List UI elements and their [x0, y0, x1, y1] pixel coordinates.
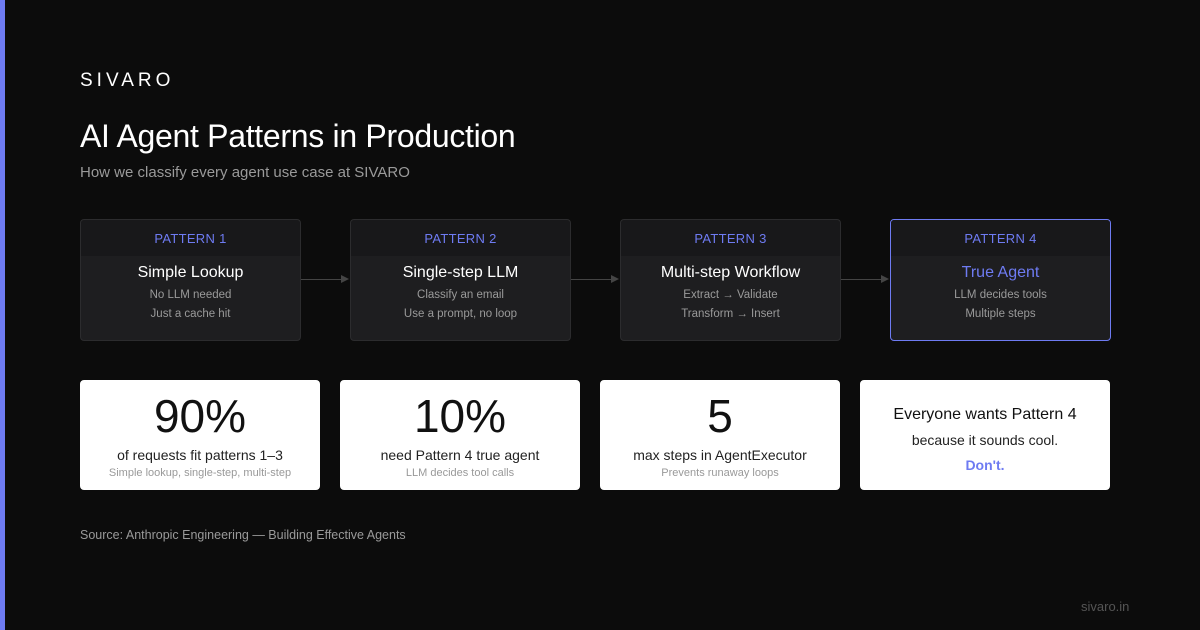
callout-card: Everyone wants Pattern 4 because it soun… — [860, 380, 1110, 490]
pattern-tag: PATTERN 1 — [81, 220, 300, 256]
stat-caption: LLM decides tool calls — [405, 467, 515, 479]
pattern-detail: Classify an email — [417, 289, 504, 301]
pattern-detail: No LLM needed — [149, 289, 232, 301]
pattern-flow: PATTERN 1 Simple Lookup No LLM needed Ju… — [80, 219, 1111, 341]
pattern-tag: PATTERN 4 — [891, 220, 1110, 256]
stat-label: of requests fit patterns 1–3 — [117, 447, 283, 463]
pattern-name: Single-step LLM — [402, 264, 519, 281]
pattern-card-4: PATTERN 4 True Agent LLM decides tools M… — [890, 219, 1111, 341]
flow-arrow-icon — [841, 275, 889, 283]
stat-label: max steps in AgentExecutor — [633, 447, 807, 463]
pattern-detail: Just a cache hit — [150, 308, 231, 320]
pattern-card-1: PATTERN 1 Simple Lookup No LLM needed Ju… — [80, 219, 301, 341]
pattern-tag: PATTERN 2 — [351, 220, 570, 256]
stat-card-2: 10% need Pattern 4 true agent LLM decide… — [340, 380, 580, 490]
accent-bar — [0, 0, 5, 630]
pattern-detail: Transform → Insert — [681, 308, 780, 320]
page-title: AI Agent Patterns in Production — [80, 118, 516, 154]
callout-punchline: Don't. — [965, 457, 1005, 473]
pattern-tag: PATTERN 3 — [621, 220, 840, 256]
pattern-card-2: PATTERN 2 Single-step LLM Classify an em… — [350, 219, 571, 341]
pattern-name: Multi-step Workflow — [660, 264, 801, 281]
callout-title: Everyone wants Pattern 4 — [893, 406, 1077, 423]
pattern-detail: Use a prompt, no loop — [403, 308, 518, 320]
pattern-name: Simple Lookup — [137, 264, 244, 281]
pattern-card-3: PATTERN 3 Multi-step Workflow Extract → … — [620, 219, 841, 341]
pattern-detail: LLM decides tools — [954, 289, 1047, 301]
pattern-detail: Extract → Validate — [683, 289, 778, 301]
pattern-detail: Multiple steps — [965, 308, 1036, 320]
stat-caption: Prevents runaway loops — [661, 467, 779, 479]
stat-value: 90% — [153, 390, 247, 442]
flow-arrow-icon — [301, 275, 349, 283]
stat-card-3: 5 max steps in AgentExecutor Prevents ru… — [600, 380, 840, 490]
stat-value: 10% — [413, 390, 507, 442]
pattern-name: True Agent — [961, 264, 1040, 281]
stat-label: need Pattern 4 true agent — [380, 447, 540, 463]
stat-card-1: 90% of requests fit patterns 1–3 Simple … — [80, 380, 320, 490]
footer-url: sivaro.in — [1081, 599, 1130, 614]
callout-text: because it sounds cool. — [911, 432, 1059, 448]
stat-caption: Simple lookup, single-step, multi-step — [108, 467, 292, 479]
brand-logo: SIVARO — [80, 70, 175, 91]
source-citation: Source: Anthropic Engineering — Building… — [80, 528, 406, 542]
stat-value: 5 — [707, 390, 733, 442]
page-subtitle: How we classify every agent use case at … — [80, 164, 410, 181]
flow-arrow-icon — [571, 275, 619, 283]
